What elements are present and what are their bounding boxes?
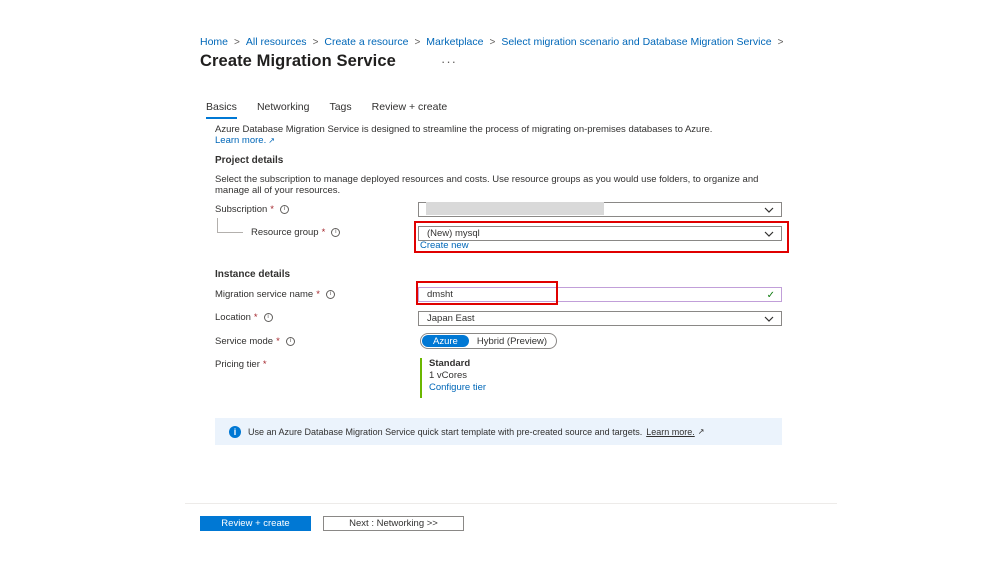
pricing-tier-label-text: Pricing tier (215, 359, 260, 370)
required-mark: * (262, 359, 267, 370)
pricing-tier-cores: 1 vCores (429, 370, 468, 381)
service-mode-azure[interactable]: Azure (422, 335, 469, 347)
migration-service-name-label-text: Migration service name (215, 289, 314, 300)
info-banner-learn-more-link[interactable]: Learn more. (646, 427, 695, 437)
footer-divider (185, 503, 837, 504)
breadcrumb-separator: > (414, 36, 421, 48)
service-mode-label: Service mode * i (215, 336, 295, 347)
service-mode-toggle: Azure Hybrid (Preview) (420, 333, 558, 349)
configure-tier-link[interactable]: Configure tier (429, 382, 486, 394)
review-create-button[interactable]: Review + create (200, 516, 311, 531)
service-mode-hybrid[interactable]: Hybrid (Preview) (469, 335, 555, 347)
location-dropdown[interactable]: Japan East (418, 311, 782, 326)
info-icon: i (229, 425, 241, 438)
subscription-label: Subscription * i (215, 204, 289, 215)
breadcrumb-home[interactable]: Home (200, 36, 228, 48)
project-details-heading: Project details (215, 155, 284, 166)
pricing-tier-summary: Standard 1 vCores Configure tier (420, 358, 486, 398)
page-title: Create Migration Service (200, 52, 396, 70)
breadcrumb-select-scenario[interactable]: Select migration scenario and Database M… (501, 36, 771, 48)
redacted-subscription-value (426, 202, 604, 215)
pricing-tier-label: Pricing tier * (215, 359, 267, 370)
required-mark: * (316, 289, 320, 300)
required-mark: * (276, 336, 280, 347)
intro-description: Azure Database Migration Service is desi… (215, 124, 713, 135)
external-link-icon: ↗ (268, 136, 275, 145)
required-mark: * (270, 204, 274, 215)
chevron-down-icon (764, 316, 774, 322)
info-icon[interactable]: i (263, 313, 273, 322)
info-icon[interactable]: i (279, 205, 289, 214)
resource-group-label-text: Resource group (251, 227, 319, 238)
tree-connector (217, 218, 243, 233)
info-icon[interactable]: i (285, 337, 295, 346)
project-details-description: Select the subscription to manage deploy… (215, 174, 759, 196)
info-icon[interactable]: i (325, 290, 335, 299)
check-icon: ✓ (766, 290, 775, 301)
instance-details-heading: Instance details (215, 269, 291, 280)
tab-review-create[interactable]: Review + create (372, 101, 448, 119)
breadcrumb-marketplace[interactable]: Marketplace (426, 36, 483, 48)
required-mark: * (253, 312, 258, 323)
breadcrumb-all-resources[interactable]: All resources (246, 36, 307, 48)
breadcrumb-create-resource[interactable]: Create a resource (324, 36, 408, 48)
breadcrumb-separator: > (777, 36, 784, 48)
highlight-box-service-name (416, 281, 558, 305)
intro-learn-more-link[interactable]: Learn more. (215, 135, 266, 146)
location-value: Japan East (427, 313, 475, 324)
info-banner-text: Use an Azure Database Migration Service … (248, 426, 643, 437)
breadcrumb-separator: > (489, 36, 496, 48)
migration-service-name-label: Migration service name * i (215, 289, 335, 300)
chevron-down-icon (764, 207, 774, 213)
resource-group-label: Resource group * i (251, 227, 341, 238)
external-link-icon: ↗ (697, 427, 705, 436)
breadcrumb-separator: > (312, 36, 319, 48)
tab-bar: Basics Networking Tags Review + create (206, 101, 467, 119)
service-mode-label-text: Service mode (215, 336, 274, 347)
required-mark: * (321, 227, 326, 238)
tab-networking[interactable]: Networking (257, 101, 310, 119)
tab-tags[interactable]: Tags (329, 101, 351, 119)
tab-basics[interactable]: Basics (206, 101, 237, 119)
location-label: Location * i (215, 312, 273, 323)
info-banner: i Use an Azure Database Migration Servic… (215, 418, 782, 445)
info-icon[interactable]: i (331, 228, 341, 237)
next-networking-button[interactable]: Next : Networking >> (323, 516, 464, 531)
location-label-text: Location (215, 312, 251, 323)
more-options-icon[interactable]: ··· (441, 54, 457, 69)
subscription-label-text: Subscription (215, 204, 268, 215)
breadcrumb-separator: > (234, 36, 240, 48)
pricing-tier-name: Standard (429, 358, 471, 369)
breadcrumb: Home > All resources > Create a resource… (200, 36, 789, 48)
highlight-box-resource-group (414, 221, 789, 253)
intro-text: Azure Database Migration Service is desi… (215, 124, 785, 146)
